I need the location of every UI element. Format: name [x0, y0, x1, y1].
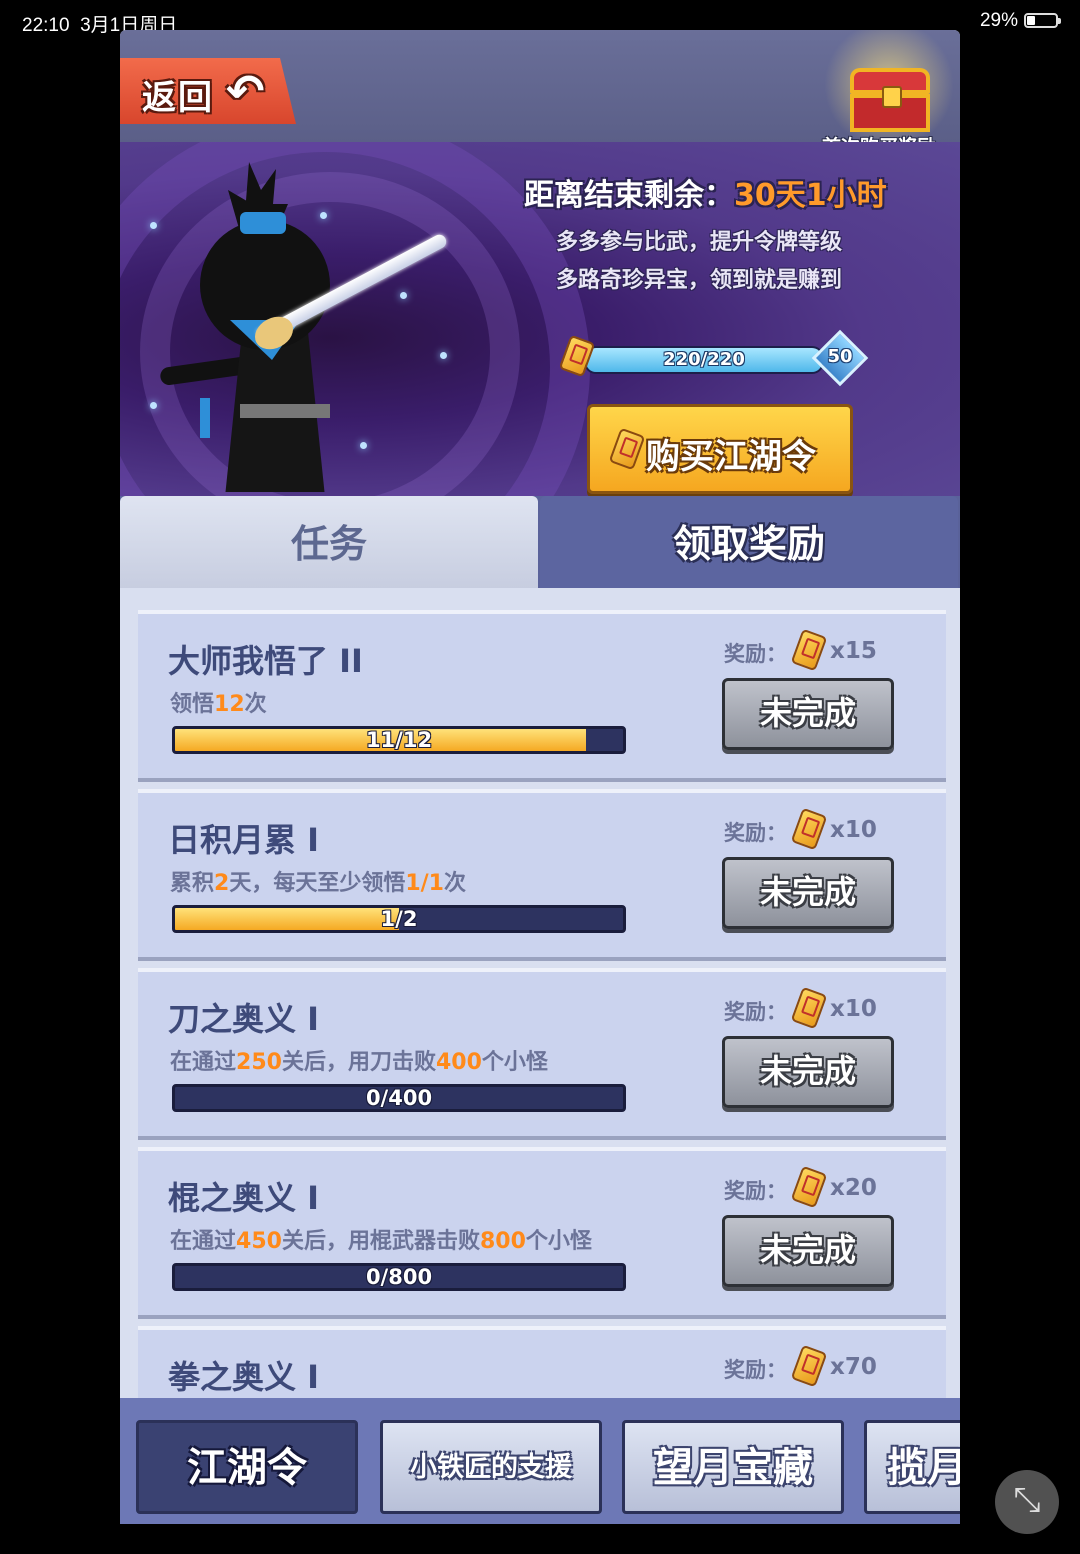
bottom-nav: 江湖令 小铁匠的支援 望月宝藏 揽月: [120, 1398, 960, 1524]
task-description-part: 400: [435, 1050, 482, 1075]
undo-arrow-icon: ↶: [226, 64, 265, 118]
collapse-icon: ⤡: [1013, 1480, 1041, 1520]
task-description: 在通过450关后，用棍武器击败800个小怪: [170, 1223, 592, 1255]
buy-pass-button[interactable]: 购买江湖令: [587, 404, 853, 494]
task-status-button[interactable]: 未完成: [722, 678, 894, 750]
tagline-2: 多路奇珍异宝，领到就是赚到: [556, 268, 843, 293]
banner: 距离结束剩余：30天1小时 多多参与比武，提升令牌等级 多路奇珍异宝，领到就是赚…: [120, 142, 960, 498]
task-title: 刀之奥义 I: [168, 1000, 320, 1038]
tab-claim-rewards[interactable]: 领取奖励: [540, 496, 958, 588]
task-title: 日积月累 I: [168, 821, 320, 859]
task-title: 棍之奥义 I: [168, 1179, 320, 1217]
sparkle: [400, 292, 407, 299]
task-progress-text: 11/12: [365, 728, 433, 752]
reward-count: x15: [830, 638, 877, 664]
task-description-part: 个小怪: [525, 1229, 592, 1254]
task-progress-bar: 0/800: [172, 1263, 626, 1291]
task-progress-text: 0/800: [365, 1265, 433, 1289]
reward-count: x10: [830, 996, 877, 1022]
header: 返回 ↶ 首次购买奖励: [120, 30, 960, 158]
task-description-part: 关后，用刀击败: [281, 1050, 436, 1075]
battery-percent: 29%: [979, 10, 1018, 31]
token-icon: [790, 807, 828, 851]
buy-pass-label: 购买江湖令: [646, 437, 816, 477]
task-description: 在通过250关后，用刀击败400个小怪: [170, 1044, 548, 1076]
sparkle: [320, 212, 327, 219]
level-progress-text: 220/220: [663, 349, 745, 370]
reward-label: 奖励：: [724, 821, 787, 845]
reward-label: 奖励：: [724, 1000, 787, 1024]
token-icon: [790, 1344, 828, 1388]
reward-count: x20: [830, 1175, 877, 1201]
back-button[interactable]: 返回 ↶: [120, 58, 296, 124]
task-card: 拳之奥义 I 奖励： x70: [138, 1326, 946, 1398]
task-description-part: 累积: [170, 871, 215, 896]
sparkle: [150, 222, 157, 229]
task-description-part: 12: [214, 692, 245, 717]
task-card: 日积月累 I 累积2天，每天至少领悟1/1次 1/2 奖励： x10 未完成: [138, 789, 946, 961]
ninja-tassel: [200, 398, 210, 438]
level-number: 50: [827, 346, 853, 367]
nav-moon-treasure[interactable]: 望月宝藏: [622, 1420, 844, 1514]
token-icon: [790, 1165, 828, 1209]
nav-blacksmith-support[interactable]: 小铁匠的支援: [380, 1420, 602, 1514]
task-description-part: 在通过: [170, 1229, 237, 1254]
task-list[interactable]: 大师我悟了 II 领悟12次 11/12 奖励： x15 未完成 日积月累 I 累积2天，…: [120, 588, 960, 1398]
task-card: 大师我悟了 II 领悟12次 11/12 奖励： x15 未完成: [138, 610, 946, 782]
token-icon: [608, 427, 646, 471]
sparkle: [440, 352, 447, 359]
task-card: 刀之奥义 I 在通过250关后，用刀击败400个小怪 0/400 奖励： x10 未完…: [138, 968, 946, 1140]
task-description-part: 450: [236, 1229, 282, 1254]
reward-count: x70: [830, 1354, 877, 1380]
task-description-part: 1/1: [405, 871, 444, 896]
collapse-button[interactable]: ⤡: [995, 1470, 1059, 1534]
tab-bar: 任务 领取奖励: [120, 496, 960, 588]
countdown: 距离结束剩余：30天1小时: [524, 178, 887, 213]
task-description: 领悟12次: [170, 686, 267, 718]
task-status-button[interactable]: 未完成: [722, 1215, 894, 1287]
task-progress-text: 1/2: [380, 907, 418, 931]
task-progress-text: 0/400: [365, 1086, 433, 1110]
reward-label: 奖励：: [724, 1358, 787, 1382]
task-card: 棍之奥义 I 在通过450关后，用棍武器击败800个小怪 0/800 奖励： x20…: [138, 1147, 946, 1319]
game-window: 返回 ↶ 首次购买奖励 距离结束剩余：30天1小时 多多参与比武，提升令牌等级 …: [120, 30, 960, 1524]
task-description-part: 个小怪: [481, 1050, 548, 1075]
sparkle: [150, 402, 157, 409]
task-title: 拳之奥义 I: [168, 1358, 320, 1396]
reward-count: x10: [830, 817, 877, 843]
back-label: 返回: [142, 78, 214, 118]
task-description-part: 次: [244, 692, 267, 717]
tab-tasks[interactable]: 任务: [120, 496, 538, 588]
ninja-belt: [240, 404, 330, 418]
token-icon: [790, 628, 828, 672]
battery-icon: [1024, 13, 1061, 28]
task-description-part: 天，每天至少领悟: [229, 871, 406, 896]
task-status-button[interactable]: 未完成: [722, 857, 894, 929]
nav-lanyue[interactable]: 揽月: [864, 1420, 960, 1514]
ninja-headband: [240, 212, 286, 234]
task-description-part: 250: [236, 1050, 282, 1075]
reward-label: 奖励：: [724, 1179, 787, 1203]
task-progress-bar: 11/12: [172, 726, 626, 754]
task-status-button[interactable]: 未完成: [722, 1036, 894, 1108]
task-description-part: 2: [214, 871, 230, 896]
sparkle: [360, 442, 367, 449]
level-progress-bar: 220/220: [584, 346, 824, 374]
task-progress-bar: 0/400: [172, 1084, 626, 1112]
treasure-chest-icon[interactable]: [850, 68, 930, 132]
task-description-part: 800: [479, 1229, 526, 1254]
token-icon: [790, 986, 828, 1030]
reward-label: 奖励：: [724, 642, 787, 666]
nav-jianghu-pass[interactable]: 江湖令: [136, 1420, 358, 1514]
task-title: 大师我悟了 II: [168, 642, 363, 680]
task-description: 累积2天，每天至少领悟1/1次: [170, 865, 466, 897]
task-progress-bar: 1/2: [172, 905, 626, 933]
task-description-part: 关后，用棍武器击败: [281, 1229, 480, 1254]
tagline-1: 多多参与比武，提升令牌等级: [556, 230, 843, 255]
task-description-part: 领悟: [170, 692, 215, 717]
task-description-part: 次: [444, 871, 467, 896]
task-description-part: 在通过: [170, 1050, 237, 1075]
